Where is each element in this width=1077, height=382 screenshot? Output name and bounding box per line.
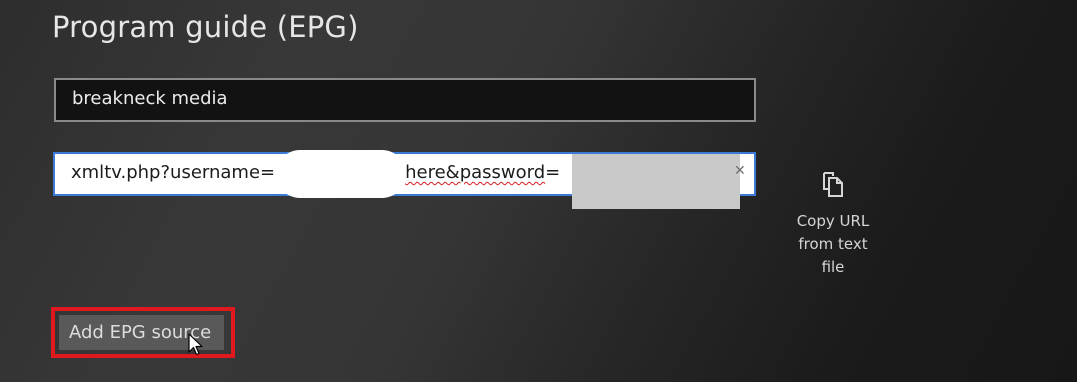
copy-url-from-file-button[interactable]: Copy URL from text file [788, 170, 878, 279]
epg-url-suffix: = [545, 162, 561, 183]
epg-name-value: breakneck media [72, 88, 228, 109]
page-title: Program guide (EPG) [52, 10, 359, 44]
copy-icon [823, 172, 843, 197]
epg-name-input[interactable]: breakneck media [54, 78, 756, 122]
clear-icon[interactable]: ✕ [734, 163, 746, 179]
mouse-cursor-icon [188, 333, 203, 356]
copy-url-label: Copy URL from text file [796, 212, 870, 276]
epg-url-spell-segment: here&password [405, 162, 546, 183]
redaction-password [572, 154, 740, 209]
redaction-username [276, 150, 406, 198]
epg-url-prefix: xmltv.php?username= [71, 162, 276, 183]
